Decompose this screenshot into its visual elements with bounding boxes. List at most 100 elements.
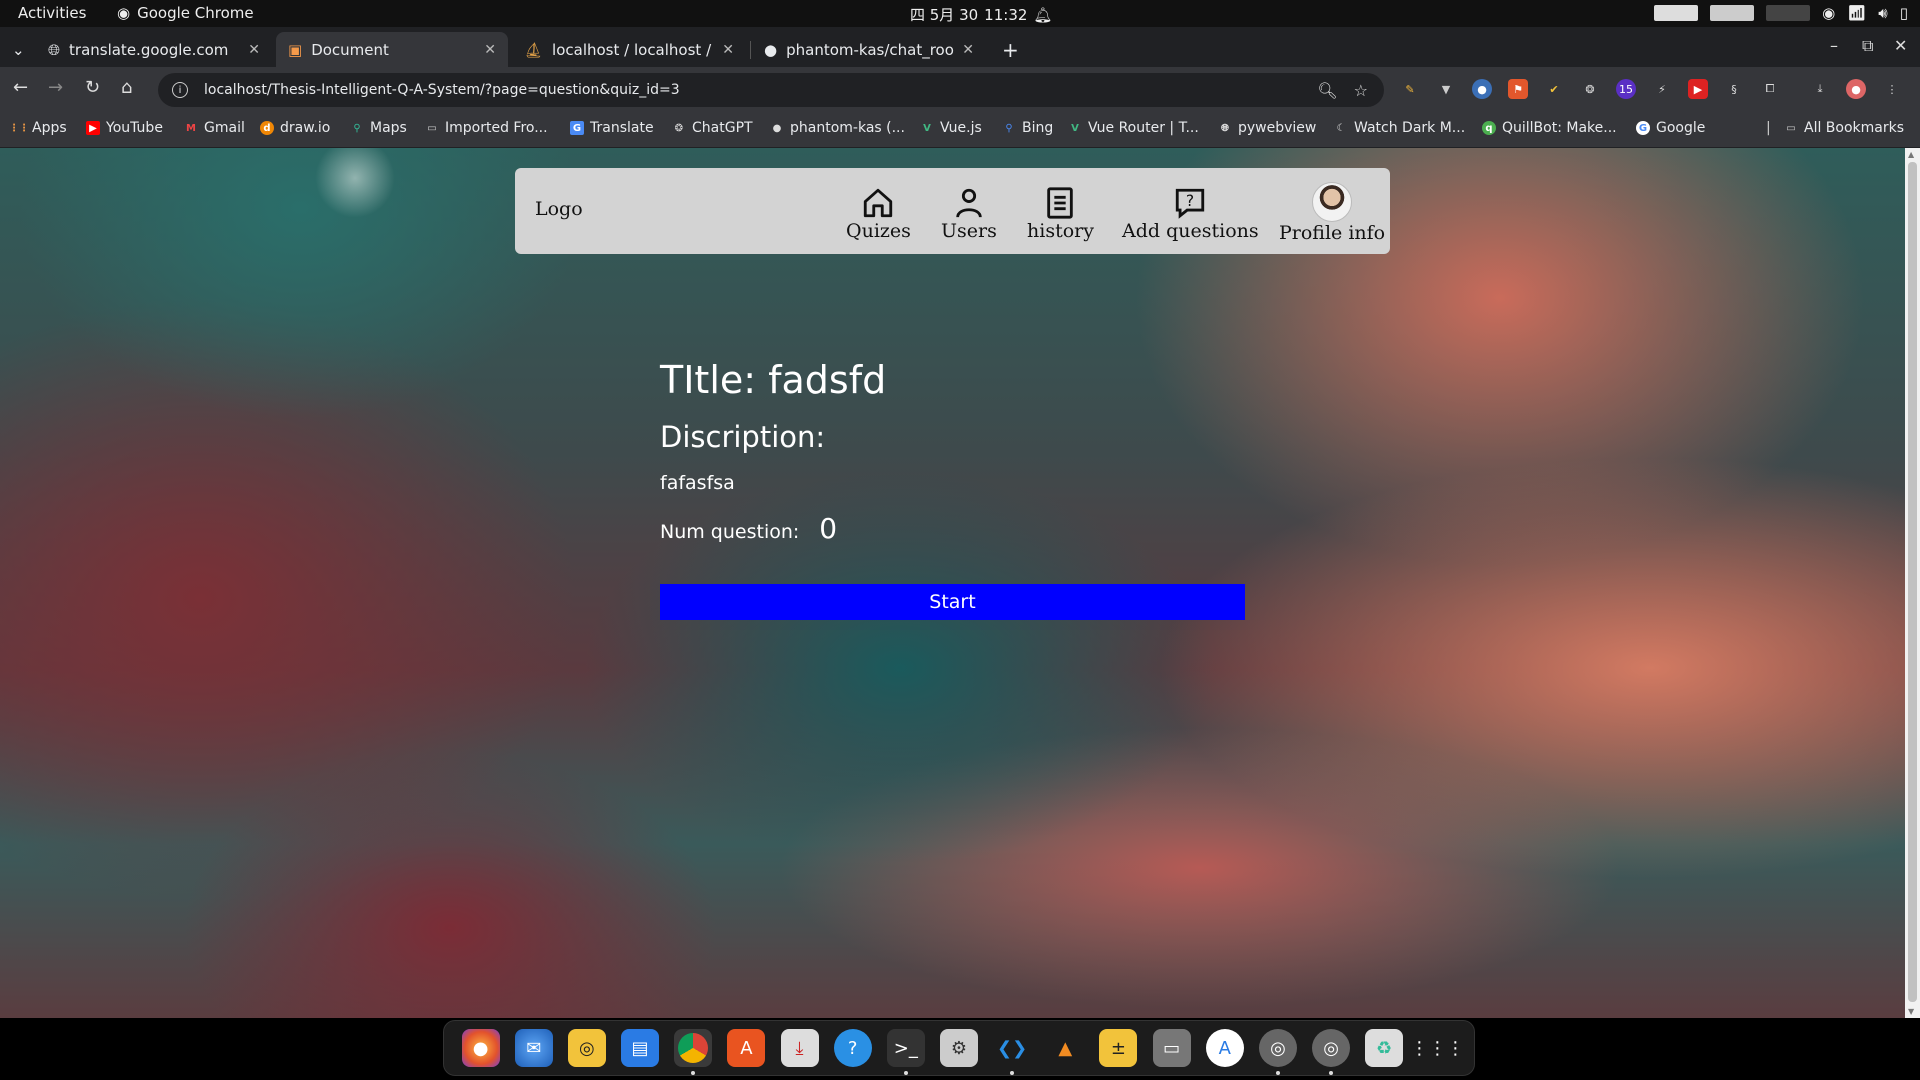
bookmark-chatgpt[interactable]: ❂ ChatGPT [672, 120, 753, 136]
profile-icon[interactable]: ● [1846, 79, 1866, 99]
avatar [1312, 182, 1353, 222]
bookmark-watch-dark[interactable]: ☾ Watch Dark M... [1334, 120, 1466, 136]
home-button-icon[interactable]: ⌂ [121, 77, 132, 98]
trash-icon[interactable]: ♻ [1365, 1029, 1404, 1067]
bookmark-imported[interactable]: ▭ Imported Fro... [425, 120, 547, 136]
extension-s-icon[interactable]: § [1724, 79, 1744, 99]
rhythmbox-icon[interactable]: ◎ [567, 1029, 606, 1067]
bookmark-apps[interactable]: ⋮⋮ Apps [9, 120, 67, 136]
scroll-up-icon[interactable]: ▲ [1908, 150, 1914, 159]
restore-icon[interactable]: ⧉ [1862, 36, 1873, 56]
nav-quizes[interactable]: Quizes [846, 186, 911, 242]
files-icon[interactable]: ▭ [1152, 1029, 1191, 1067]
bell-icon: 🔔︎ [1033, 5, 1053, 24]
address-bar[interactable]: i localhost/Thesis-Intelligent-Q-A-Syste… [158, 73, 1384, 107]
close-icon[interactable]: ✕ [484, 42, 496, 58]
disk-icon[interactable]: ◎ [1258, 1029, 1297, 1075]
bookmark-bing[interactable]: ⚲ Bing [1002, 120, 1053, 136]
youtube-extension-icon[interactable]: ▶ [1688, 79, 1708, 99]
site-info-icon[interactable]: i [172, 82, 188, 98]
clock[interactable]: 四 5月 30 11:32 🔔︎ [910, 4, 1052, 25]
back-icon[interactable]: ← [13, 77, 28, 98]
settings-icon[interactable]: ⚙ [939, 1029, 978, 1067]
firefox-icon[interactable]: ● [461, 1029, 500, 1067]
quillbot-icon: q [1482, 121, 1496, 135]
chatgpt-extension-icon[interactable]: ❂ [1580, 79, 1600, 99]
installer-icon[interactable]: ⤓ [780, 1029, 819, 1067]
download-icon[interactable]: ⤓ [1810, 79, 1830, 99]
minimize-icon[interactable]: – [1830, 36, 1838, 55]
drawio-icon: d [260, 121, 274, 135]
workspace-2-icon[interactable] [1710, 5, 1755, 21]
writer-icon[interactable]: ▤ [621, 1029, 660, 1067]
disk-icon[interactable]: ◎ [1312, 1029, 1351, 1075]
chrome-tray-icon[interactable]: ◉ [1822, 4, 1835, 22]
scrollbar-thumb[interactable] [1908, 162, 1917, 1002]
zoom-icon[interactable]: 🔍︎ [1317, 81, 1337, 100]
app-center-icon[interactable]: A [1205, 1029, 1244, 1067]
help-icon[interactable]: ? [833, 1029, 872, 1067]
workspace-3-icon[interactable] [1766, 5, 1811, 21]
thunderbird-icon[interactable]: ✉ [514, 1029, 553, 1067]
terminal-icon[interactable]: >_ [886, 1029, 925, 1075]
bolt-extension-icon[interactable]: ⚡︎ [1652, 79, 1672, 99]
vue-devtools-icon[interactable]: ▼ [1436, 79, 1456, 99]
chrome-icon[interactable] [674, 1029, 713, 1075]
extensions-puzzle-icon[interactable]: ⧠ [1760, 79, 1780, 99]
bookmark-quillbot[interactable]: q QuillBot: Make... [1482, 120, 1617, 136]
workspace-1-icon[interactable] [1654, 5, 1699, 21]
bookmark-google[interactable]: G Google [1636, 120, 1705, 136]
vscode-icon[interactable]: ❮❯ [993, 1029, 1031, 1075]
bookmark-drawio[interactable]: d draw.io [260, 120, 330, 136]
nav-add-questions[interactable]: ? Add questions [1122, 186, 1259, 242]
extension-badge-icon[interactable]: 15 [1616, 79, 1636, 99]
maps-icon: ⚲ [353, 122, 361, 134]
nav-profile-info[interactable]: Profile info [1279, 182, 1385, 244]
tab-document[interactable]: ▣ Document ✕ [276, 32, 508, 67]
tab-search-button[interactable]: ⌄ [4, 32, 36, 67]
all-bookmarks[interactable]: ▭ All Bookmarks [1784, 120, 1904, 136]
close-icon[interactable]: ✕ [962, 42, 974, 58]
bookmark-gmail[interactable]: M Gmail [184, 120, 245, 136]
calculator-icon[interactable]: ± [1099, 1029, 1138, 1067]
background-moon [315, 148, 395, 218]
bookmark-vue-router[interactable]: V Vue Router | T... [1068, 120, 1199, 136]
pen-extension-icon[interactable]: ✎ [1400, 79, 1420, 99]
user-icon [956, 188, 982, 218]
new-tab-button[interactable]: + [990, 32, 1031, 67]
vlc-icon[interactable]: ▲ [1046, 1029, 1084, 1067]
system-tray[interactable]: ◉ 📶︎ 🔊︎ ▯ [1654, 4, 1908, 22]
app-menu[interactable]: ◉ Google Chrome [117, 4, 254, 22]
page-scrollbar[interactable]: ▲ ▼ [1905, 148, 1920, 1018]
close-icon[interactable]: ✕ [722, 42, 734, 58]
nav-users[interactable]: Users [941, 186, 997, 242]
bookmark-maps[interactable]: ⚲ Maps [350, 120, 407, 136]
software-center-icon[interactable]: A [727, 1029, 766, 1067]
reload-icon[interactable]: ↻ [85, 77, 100, 98]
forward-icon[interactable]: → [48, 77, 63, 98]
wifi-icon: 📶︎ [1847, 4, 1867, 22]
tab-github[interactable]: ● phantom-kas/chat_room ✕ [752, 32, 986, 67]
bookmark-star-icon[interactable]: ☆ [1354, 81, 1368, 100]
tab-translate[interactable]: 🌐︎ translate.google.com ✕ [36, 32, 272, 67]
show-apps-icon[interactable]: ⋮⋮⋮ [1410, 1029, 1464, 1067]
extension-red-icon[interactable]: ⚑ [1508, 79, 1528, 99]
scroll-down-icon[interactable]: ▼ [1908, 1007, 1914, 1016]
tab-phpmyadmin[interactable]: ⛵︎ localhost / localhost / qa ✕ [512, 32, 746, 67]
bing-icon: ⚲ [1005, 122, 1013, 134]
bookmark-phantom-kas[interactable]: ● phantom-kas (... [770, 120, 905, 136]
window-close-icon[interactable]: ✕ [1894, 36, 1907, 55]
url-text[interactable]: localhost/Thesis-Intelligent-Q-A-System/… [204, 82, 1317, 98]
site-logo[interactable]: Logo [535, 198, 583, 220]
start-button[interactable]: Start [660, 584, 1245, 620]
bookmark-vuejs[interactable]: V Vue.js [920, 120, 982, 136]
activities-button[interactable]: Activities [18, 4, 86, 22]
menu-kebab-icon[interactable]: ⋮ [1882, 79, 1902, 99]
nav-history[interactable]: history [1027, 186, 1094, 242]
extension-check-icon[interactable]: ✔ [1544, 79, 1564, 99]
bookmark-pywebview[interactable]: 🌐︎ pywebview [1218, 120, 1316, 136]
extension-circle-icon[interactable]: ● [1472, 79, 1492, 99]
bookmark-translate[interactable]: G Translate [570, 120, 654, 136]
close-icon[interactable]: ✕ [248, 42, 260, 58]
bookmark-youtube[interactable]: ▶ YouTube [86, 120, 163, 136]
